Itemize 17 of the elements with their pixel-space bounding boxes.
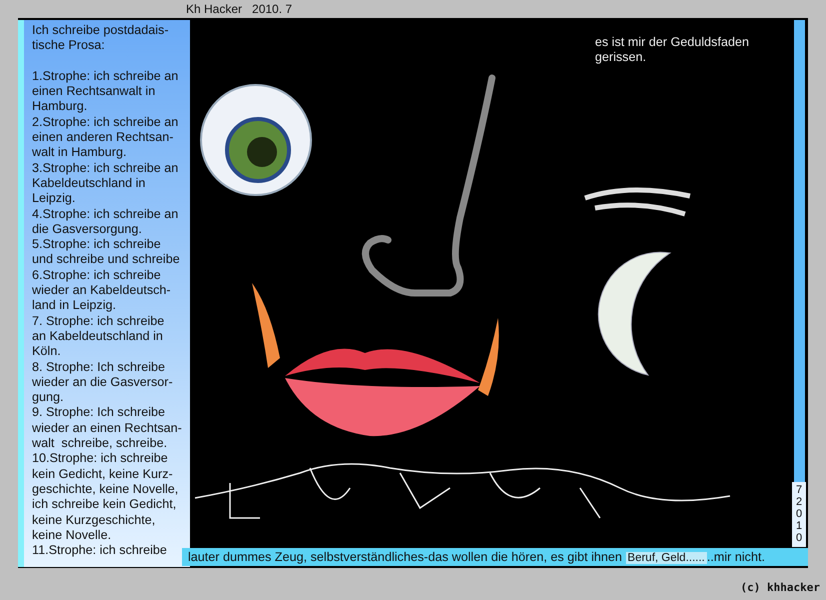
poem-stanza: 10.Strophe: ich schreibe kein Gedicht, keine Kurz- geschichte, keine Novelle, ich schreibe kein Gedicht, keine Kurzgeschichte, keine Novelle. xyxy=(32,451,180,544)
poem-stanza: 6.Strophe: ich schreibe wieder an Kabeldeutsch- land in Leipzig. xyxy=(32,268,172,314)
poem-stanza: 7. Strophe: ich schreibe an Kabeldeutschland in Köln. xyxy=(32,314,166,360)
poem-stanza: 3.Strophe: ich schreibe an Kabeldeutschland in Leipzig. xyxy=(32,160,180,207)
poem-stanza: 8. Strophe: Ich schreibe wieder an die Gasversor- gung. xyxy=(32,360,174,406)
poem-stanza: 1.Strophe: ich schreibe an einen Rechtsanwalt in Hamburg. xyxy=(32,68,180,115)
poem-stanza: 5.Strophe: ich schreibe und schreibe und schreibe xyxy=(32,237,181,268)
poem-stanza: 2.Strophe: ich schreibe an einen anderen Rechtsan- walt in Hamburg. xyxy=(32,114,180,161)
poem-stanza: 9. Strophe: Ich schreibe wieder an einen Rechtsan- walt schreibe, schreibe. xyxy=(32,405,183,452)
caption-text: es ist mir der Geduldsfaden gerissen. xyxy=(595,35,749,65)
poem-intro: Ich schreibe postdadais- tische Prosa: xyxy=(32,23,170,54)
poem-stanza: 4.Strophe: ich schreibe an die Gasversorgung. xyxy=(32,206,180,238)
author-date-heading: Kh Hacker 2010. 7 xyxy=(185,1,294,18)
poem-stanza: 11.Strophe: ich schreibe xyxy=(32,543,168,558)
signature: (c) khhacker xyxy=(740,580,820,596)
vertical-date: 72010 xyxy=(792,482,806,547)
bottom-caption: lauter dummes Zeug, selbstverständliches-das wollen die hören, es gibt ihnen Beruf, Geld........mir nicht. xyxy=(182,548,808,566)
